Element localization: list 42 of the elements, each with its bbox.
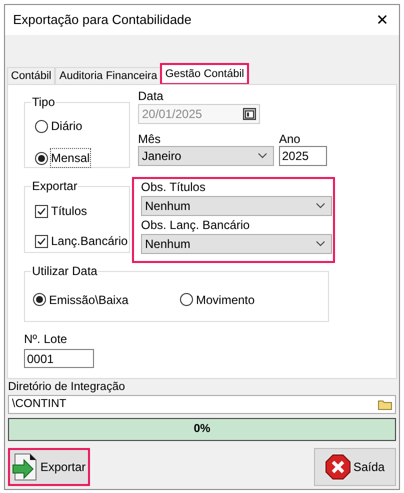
radio-label: Movimento: [196, 292, 255, 308]
radio-label: Mensal: [51, 149, 90, 167]
tab[interactable]: Auditoria Financeira: [55, 67, 162, 84]
checkbox-label: Lanç.Bancário: [51, 233, 128, 250]
export-arrow-icon: [12, 453, 38, 481]
group-title: Utilizar Data: [31, 264, 98, 278]
radio-button[interactable]: [180, 293, 193, 306]
checkbox[interactable]: [35, 204, 48, 218]
field-label: Nº. Lote: [24, 332, 68, 346]
year-field[interactable]: 2025: [279, 146, 327, 166]
close-icon: [325, 454, 352, 480]
progress-reading: 0%: [194, 422, 210, 437]
radio-button[interactable]: [33, 293, 46, 306]
chevron-down-icon: [316, 241, 325, 247]
field-label: Data: [138, 89, 164, 103]
folder-icon[interactable]: [378, 399, 392, 410]
radio-label: Emissão\Baixa: [49, 292, 128, 308]
group-title: Tipo: [31, 95, 56, 109]
chevron-down-icon: [258, 153, 267, 159]
close-button[interactable]: ✕: [376, 12, 389, 28]
field-label: Mês: [138, 132, 162, 146]
field-label: Diretório de Integração: [8, 381, 126, 394]
checkbox-label: Títulos: [51, 203, 88, 220]
exit-button[interactable]: Saída: [314, 448, 396, 486]
dropdown[interactable]: Nenhum: [141, 196, 332, 216]
radio-label: Diário: [51, 118, 82, 135]
export-button[interactable]: Exportar: [8, 448, 90, 486]
dropdown[interactable]: Janeiro: [138, 146, 274, 166]
tab[interactable]: Contábil: [7, 67, 56, 84]
field-label: Obs. Lanç. Bancário: [141, 218, 251, 232]
field-label: Ano: [279, 132, 302, 146]
chevron-down-icon: [316, 203, 325, 209]
field-label: Obs. Títulos: [141, 180, 206, 194]
window-title: Exportação para Contabilidade: [13, 11, 192, 30]
batch-field[interactable]: 0001: [24, 349, 94, 368]
radio-button[interactable]: [35, 152, 48, 164]
tab[interactable]: Gestão Contábil: [161, 64, 248, 84]
group-title: Exportar: [31, 179, 78, 193]
directory-field[interactable]: \CONTINT: [8, 395, 396, 414]
checkbox[interactable]: [35, 234, 48, 248]
dropdown[interactable]: Nenhum: [141, 234, 332, 254]
radio-button[interactable]: [35, 120, 48, 132]
